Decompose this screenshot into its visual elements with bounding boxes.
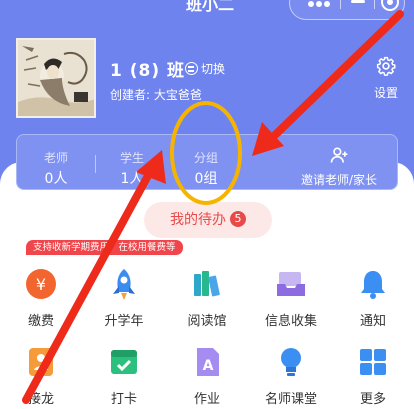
stat-label: 学生	[119, 151, 144, 165]
stat-teachers[interactable]: 老师 0人	[41, 149, 71, 188]
feature-label: 缴费	[27, 314, 54, 329]
stat-groups[interactable]: 分组 0组	[191, 149, 221, 188]
mini-program-capsule[interactable]	[289, 0, 405, 20]
stat-students[interactable]: 学生 1人	[117, 149, 147, 188]
inbox-tray-icon	[273, 266, 309, 302]
homework-doc-icon: A	[189, 344, 225, 380]
bell-icon	[355, 266, 391, 302]
feature-reading[interactable]: 阅读馆	[172, 266, 242, 329]
invite-label: 邀请老师/家长	[300, 173, 378, 187]
relay-icon	[23, 344, 59, 380]
invite-button[interactable]: 邀请老师/家长	[283, 145, 395, 188]
rocket-icon	[106, 266, 142, 302]
page-title: 班小二	[185, 0, 234, 14]
feature-label: 通知	[359, 314, 386, 329]
gear-icon	[376, 56, 396, 76]
feature-notice[interactable]: 通知	[338, 266, 408, 329]
painting-image	[18, 40, 94, 116]
feature-label: 阅读馆	[187, 314, 227, 329]
grid-more-icon	[355, 344, 391, 380]
feature-info-collect[interactable]: 信息收集	[256, 266, 326, 329]
more-dots-icon[interactable]	[308, 1, 330, 7]
feature-label: 信息收集	[264, 314, 317, 329]
capsule-divider	[340, 0, 341, 9]
bulb-icon	[273, 344, 309, 380]
books-icon	[189, 266, 225, 302]
creator-text: 创建者: 大宝爸爸	[110, 88, 202, 102]
switch-label: 切换	[201, 62, 226, 76]
feature-homework[interactable]: A 作业	[172, 344, 242, 407]
feature-more[interactable]: 更多	[338, 344, 408, 407]
switch-class-button[interactable]: 切换	[185, 60, 225, 77]
feature-label: 打卡	[110, 392, 137, 407]
feature-payment[interactable]: ¥ 缴费	[6, 266, 76, 329]
stat-value: 0人	[44, 171, 68, 187]
feature-label: 接龙	[27, 392, 54, 407]
todo-label: 我的待办	[170, 212, 226, 228]
add-user-icon	[330, 147, 348, 163]
calendar-check-icon	[106, 344, 142, 380]
stat-value: 1人	[120, 171, 144, 187]
feature-label: 升学年	[104, 314, 144, 329]
switch-icon	[185, 62, 198, 75]
feature-relay[interactable]: 接龙	[6, 344, 76, 407]
feature-label: 名师课堂	[264, 392, 317, 407]
feature-teacher-class[interactable]: 名师课堂	[256, 344, 326, 407]
feature-label: 作业	[193, 392, 220, 407]
stat-value: 0组	[194, 171, 218, 187]
stat-divider	[173, 155, 174, 173]
stat-label: 老师	[43, 151, 68, 165]
feature-promote-year[interactable]: 升学年	[89, 266, 159, 329]
class-stats-card: 老师 0人 学生 1人 分组 0组 邀请老师/家长	[16, 134, 398, 190]
class-avatar[interactable]	[16, 38, 96, 118]
stat-label: 分组	[193, 151, 218, 165]
feature-label: 更多	[359, 392, 386, 407]
capsule-divider	[374, 0, 375, 9]
svg-text:A: A	[203, 358, 214, 374]
yuan-coin-icon: ¥	[23, 266, 59, 302]
todo-count-badge: 5	[230, 210, 246, 227]
feature-checkin[interactable]: 打卡	[89, 344, 159, 407]
stat-divider	[95, 155, 96, 173]
minimize-icon[interactable]	[351, 0, 365, 3]
settings-label: 设置	[373, 86, 398, 100]
class-name: 1 (8) 班	[110, 61, 186, 81]
promo-tag: 支持收新学期费用、在校用餐费等	[26, 240, 183, 255]
close-target-icon[interactable]	[381, 0, 399, 11]
my-todo-button[interactable]: 我的待办 5	[144, 202, 272, 238]
svg-text:¥: ¥	[36, 275, 46, 294]
settings-button[interactable]: 设置	[366, 56, 406, 101]
